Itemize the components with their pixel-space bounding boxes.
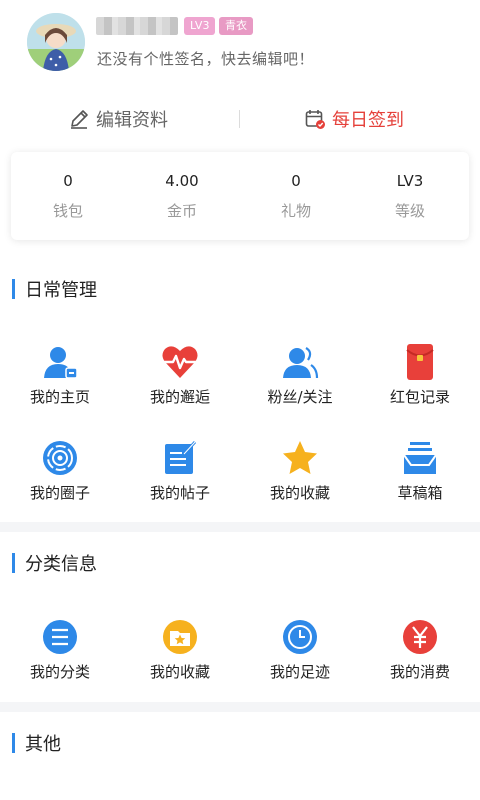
- grid-item-my-homepage[interactable]: 我的主页: [0, 342, 120, 422]
- grid-item-label: 粉丝/关注: [267, 388, 333, 406]
- profile-actions: 编辑资料 每日签到: [0, 98, 480, 140]
- section-title: 分类信息: [12, 552, 97, 575]
- edit-profile-button[interactable]: 编辑资料: [68, 98, 168, 140]
- grid-item-my-spending[interactable]: 我的消费: [360, 617, 480, 697]
- grid-item-label: 我的消费: [389, 663, 450, 681]
- calendar-icon: [305, 110, 325, 129]
- section-title-text: 其他: [25, 734, 61, 755]
- grid-item-my-footprints[interactable]: 我的足迹: [240, 617, 360, 697]
- section-title-text: 日常管理: [25, 280, 97, 301]
- username-blurred: [96, 17, 178, 35]
- level-badge: LV3: [184, 17, 216, 35]
- pencil-icon: [71, 110, 88, 129]
- daily-checkin-label: 每日签到: [332, 110, 404, 131]
- title-badge: 青衣: [219, 17, 253, 35]
- user-home-icon: [44, 347, 78, 379]
- grid-item-label: 我的帖子: [149, 484, 210, 502]
- stat-label: 钱包: [52, 202, 83, 220]
- heartbeat-icon: [162, 346, 198, 378]
- grid-item-my-favorites[interactable]: 我的收藏: [240, 438, 360, 518]
- signature-text[interactable]: 还没有个性签名，快去编辑吧！: [97, 48, 314, 69]
- stats-card: 0 钱包 4.00 金币 0 礼物 LV3 等级: [11, 152, 469, 240]
- clock-icon: [283, 620, 317, 654]
- section-title: 日常管理: [12, 278, 97, 301]
- grid-item-label: 我的邂逅: [149, 388, 210, 406]
- post-edit-icon: [165, 440, 197, 474]
- grid-item-label: 草稿箱: [397, 484, 443, 502]
- list-icon: [43, 620, 77, 654]
- profile-header: LV3 青衣 还没有个性签名，快去编辑吧！ 编辑资料 每日签到 0 钱包 4.0…: [0, 0, 480, 274]
- grid-item-my-posts[interactable]: 我的帖子: [120, 438, 240, 518]
- stat-gifts[interactable]: 0 礼物: [239, 152, 353, 240]
- section-accent-bar: [12, 733, 15, 753]
- grid-item-label: 我的收藏: [269, 484, 330, 502]
- grid-item-label: 我的圈子: [29, 484, 90, 502]
- yuan-icon: [403, 620, 437, 654]
- grid-item-red-envelope-records[interactable]: 红包记录: [360, 342, 480, 422]
- grid-item-drafts[interactable]: 草稿箱: [360, 438, 480, 518]
- grid-item-category-favorites[interactable]: 我的收藏: [120, 617, 240, 697]
- section-title: 其他: [12, 732, 61, 755]
- red-envelope-icon: [406, 344, 434, 380]
- grid-item-label: 红包记录: [389, 388, 450, 406]
- edit-profile-label: 编辑资料: [96, 110, 168, 131]
- stat-value: 4.00: [165, 172, 199, 190]
- drafts-tray-icon: [403, 442, 437, 474]
- fans-icon: [283, 347, 319, 379]
- other-section: 其他: [0, 712, 480, 800]
- daily-management-section: 日常管理 我的主页 我的邂逅 粉丝/关注 红包记录 我的圈子 我的帖子 我的收藏…: [0, 264, 480, 522]
- grid-item-fans-follow[interactable]: 粉丝/关注: [240, 342, 360, 422]
- section-accent-bar: [12, 553, 15, 573]
- folder-star-icon: [163, 620, 197, 654]
- grid-item-label: 我的足迹: [269, 663, 330, 681]
- stat-value: 0: [291, 172, 301, 190]
- stat-level[interactable]: LV3 等级: [353, 152, 467, 240]
- star-icon: [283, 441, 317, 474]
- stat-label: 礼物: [280, 202, 311, 220]
- section-accent-bar: [12, 279, 15, 299]
- stat-label: 金币: [166, 202, 197, 220]
- category-info-section: 分类信息 我的分类 我的收藏 我的足迹 我的消费: [0, 532, 480, 702]
- profile-page: LV3 青衣 还没有个性签名，快去编辑吧！ 编辑资料 每日签到 0 钱包 4.0…: [0, 0, 480, 800]
- grid-item-label: 我的主页: [29, 388, 90, 406]
- avatar[interactable]: [27, 13, 85, 71]
- daily-checkin-button[interactable]: 每日签到: [304, 98, 404, 140]
- stat-value: 0: [63, 172, 73, 190]
- section-title-text: 分类信息: [25, 554, 97, 575]
- grid-item-my-encounters[interactable]: 我的邂逅: [120, 342, 240, 422]
- stat-value: LV3: [396, 172, 424, 190]
- stat-label: 等级: [394, 202, 425, 220]
- grid-item-my-circles[interactable]: 我的圈子: [0, 438, 120, 518]
- circle-target-icon: [43, 441, 77, 475]
- grid-item-my-categories[interactable]: 我的分类: [0, 617, 120, 697]
- grid-item-label: 我的分类: [29, 663, 90, 681]
- grid-item-label: 我的收藏: [149, 663, 210, 681]
- stat-coins[interactable]: 4.00 金币: [125, 152, 239, 240]
- actions-divider: [239, 110, 240, 128]
- stat-wallet[interactable]: 0 钱包: [11, 152, 125, 240]
